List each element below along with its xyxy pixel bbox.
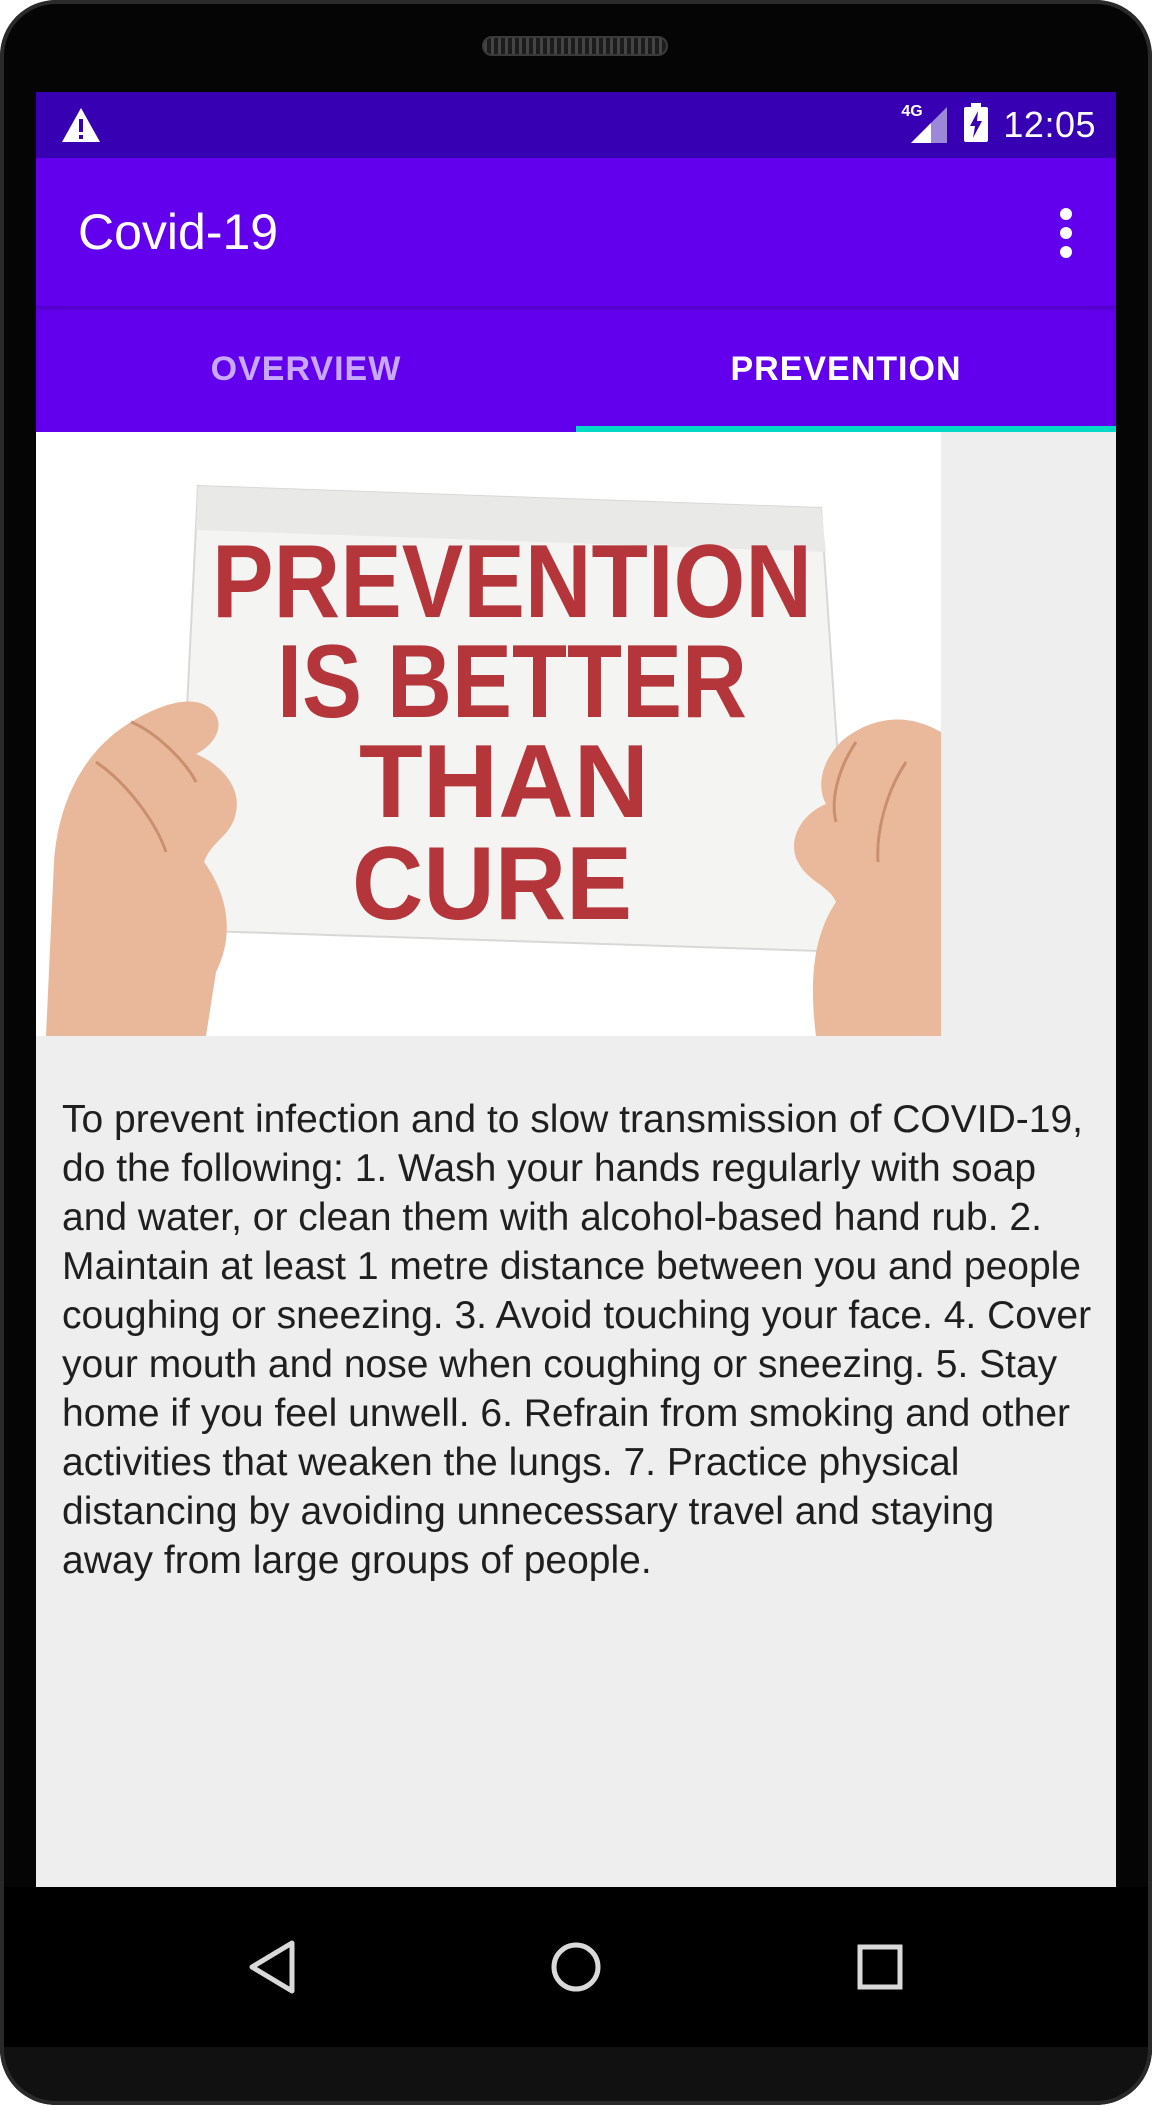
status-clock: 12:05 bbox=[1003, 104, 1096, 145]
recents-square-icon[interactable] bbox=[840, 1927, 920, 2007]
prevention-body-text: To prevent infection and to slow transmi… bbox=[62, 1098, 1092, 1582]
status-bar: 4G 12:05 bbox=[36, 92, 1116, 158]
tab-bar: OVERVIEW PREVENTION bbox=[36, 306, 1116, 432]
tab-prevention[interactable]: PREVENTION bbox=[576, 306, 1116, 432]
system-nav-bar bbox=[0, 1887, 1152, 2047]
app-title: Covid-19 bbox=[78, 204, 279, 260]
sign-line-3: THAN bbox=[359, 724, 649, 840]
tab-overview-label: OVERVIEW bbox=[210, 349, 402, 388]
phone-frame: 4G 12:05 Covid-19 OVERVIEW PREVENTION PR… bbox=[0, 0, 1152, 2105]
battery-charging-icon bbox=[963, 102, 989, 148]
prevention-image: PREVENTION IS BETTER THAN CURE bbox=[36, 432, 941, 1036]
sign-line-2: IS BETTER bbox=[277, 624, 747, 740]
sign-line-1: PREVENTION bbox=[212, 524, 812, 640]
home-circle-icon[interactable] bbox=[536, 1927, 616, 2007]
back-triangle-icon[interactable] bbox=[232, 1927, 312, 2007]
phone-bottom-bezel bbox=[0, 2047, 1152, 2105]
warning-triangle-icon bbox=[60, 106, 102, 149]
more-vert-icon[interactable] bbox=[1056, 208, 1076, 258]
tab-prevention-label: PREVENTION bbox=[730, 349, 962, 388]
tab-overview[interactable]: OVERVIEW bbox=[36, 306, 576, 432]
screen: 4G 12:05 Covid-19 OVERVIEW PREVENTION PR… bbox=[36, 92, 1116, 1887]
app-bar: Covid-19 bbox=[36, 158, 1116, 306]
cell-signal-icon: 4G bbox=[901, 103, 949, 145]
sign-line-4: CURE bbox=[352, 826, 632, 942]
earpiece-speaker bbox=[482, 36, 668, 56]
network-type-label: 4G bbox=[901, 103, 923, 120]
